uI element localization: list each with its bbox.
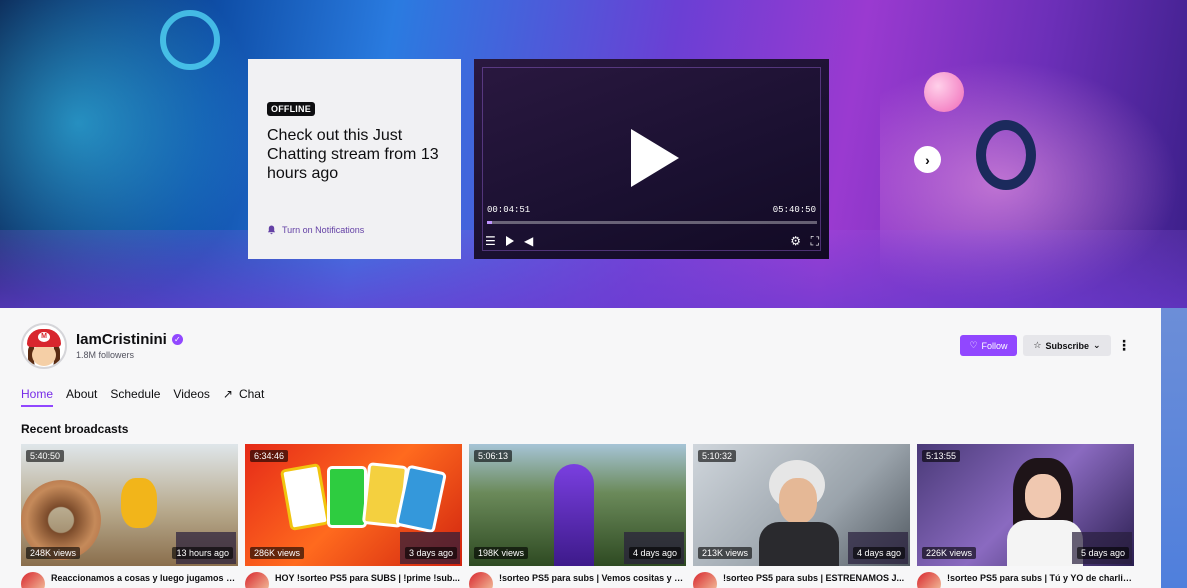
- age-badge: 4 days ago: [628, 547, 681, 559]
- broadcast-card[interactable]: 6:34:46 286K views 3 days ago HOY !sorte…: [245, 444, 462, 588]
- subscribe-label: Subscribe: [1045, 340, 1090, 351]
- broadcast-thumbnail[interactable]: 6:34:46 286K views 3 days ago: [245, 444, 462, 566]
- broadcast-thumbnail[interactable]: 5:06:13 198K views 4 days ago: [469, 444, 686, 566]
- follower-count: 1.8M followers: [76, 350, 135, 360]
- age-badge: 3 days ago: [404, 547, 457, 559]
- offline-badge: OFFLINE: [267, 102, 315, 116]
- section-title: Recent broadcasts: [21, 422, 129, 436]
- duration: 05:40:50: [772, 205, 816, 215]
- chevron-down-icon: ⌄: [1093, 340, 1101, 350]
- channel-main: M IamCristinini ✓ 1.8M followers ♡ Follo…: [0, 308, 1161, 588]
- current-time: 00:04:51: [487, 205, 531, 215]
- channel-tabs: Home About Schedule Videos ↗ Chat: [21, 387, 277, 407]
- chevron-right-icon: ›: [925, 151, 930, 168]
- banner-bubblegum: [924, 72, 964, 112]
- follow-label: Follow: [981, 340, 1008, 351]
- broadcast-title[interactable]: !sorteo PS5 para subs | Vemos cositas y …: [499, 572, 684, 584]
- duration-badge: 5:06:13: [474, 450, 513, 462]
- star-icon: ☆: [1033, 340, 1042, 350]
- notifications-label: Turn on Notifications: [282, 225, 365, 235]
- tab-about[interactable]: About: [66, 387, 97, 407]
- banner-neon-ring: [160, 10, 220, 70]
- broadcast-title[interactable]: !sorteo PS5 para subs | ESTRENAMOS J...: [723, 572, 908, 584]
- duration-badge: 5:10:32: [698, 450, 737, 462]
- views-badge: 198K views: [474, 547, 529, 559]
- broadcast-thumbnail[interactable]: 5:13:55 226K views 5 days ago: [917, 444, 1134, 566]
- broadcast-card[interactable]: 5:40:50 248K views 13 hours ago Reaccion…: [21, 444, 238, 588]
- offline-message: Check out this Just Chatting stream from…: [267, 127, 439, 182]
- views-badge: 213K views: [698, 547, 753, 559]
- broadcast-title[interactable]: Reaccionamos a cosas y luego jugamos co.…: [51, 572, 236, 584]
- arrow-up-right-icon: ↗: [222, 387, 233, 401]
- avatar[interactable]: M: [21, 323, 67, 369]
- duration-badge: 5:13:55: [922, 450, 961, 462]
- next-arrow-button[interactable]: ›: [914, 146, 941, 173]
- play-icon[interactable]: [631, 129, 679, 187]
- broadcast-thumbnail[interactable]: 5:10:32 213K views 4 days ago: [693, 444, 910, 566]
- views-badge: 226K views: [922, 547, 977, 559]
- video-player[interactable]: 00:04:51 05:40:50 ☰ ◀ ⚙ ⛶: [474, 59, 829, 259]
- avatar[interactable]: [245, 572, 269, 588]
- verified-icon: ✓: [171, 334, 183, 345]
- seek-bar-fill: [487, 221, 492, 224]
- channel-banner: OFFLINE Check out this Just Chatting str…: [0, 0, 1187, 308]
- follow-button[interactable]: ♡ Follow: [960, 335, 1017, 356]
- tab-chat[interactable]: ↗ Chat: [223, 387, 264, 407]
- age-badge: 4 days ago: [852, 547, 905, 559]
- tab-videos[interactable]: Videos: [173, 387, 209, 407]
- heart-icon: ♡: [969, 340, 978, 350]
- broadcast-card[interactable]: 5:10:32 213K views 4 days ago !sorteo PS…: [693, 444, 910, 588]
- broadcast-title[interactable]: !sorteo PS5 para subs | Tú y YO de charl…: [947, 572, 1132, 584]
- broadcast-card[interactable]: 5:06:13 198K views 4 days ago !sorteo PS…: [469, 444, 686, 588]
- avatar[interactable]: [693, 572, 717, 588]
- side-edge: [1161, 308, 1187, 588]
- bell-icon: [267, 225, 276, 235]
- offline-card: OFFLINE Check out this Just Chatting str…: [248, 59, 461, 259]
- broadcast-title[interactable]: HOY !sorteo PS5 para SUBS | !prime !sub.…: [275, 572, 460, 584]
- views-badge: 286K views: [250, 547, 305, 559]
- age-badge: 5 days ago: [1076, 547, 1129, 559]
- seek-bar[interactable]: [487, 221, 817, 224]
- duration-badge: 5:40:50: [26, 450, 65, 462]
- tab-home[interactable]: Home: [21, 387, 54, 407]
- tab-chat-label: Chat: [238, 387, 265, 401]
- avatar[interactable]: [917, 572, 941, 588]
- broadcast-list: 5:40:50 248K views 13 hours ago Reaccion…: [21, 444, 1134, 588]
- avatar[interactable]: [469, 572, 493, 588]
- more-options-icon[interactable]: ⋮: [1117, 335, 1131, 356]
- notifications-button[interactable]: Turn on Notifications: [267, 225, 364, 235]
- play-small-icon[interactable]: [506, 235, 514, 246]
- channel-name[interactable]: IamCristinini: [76, 331, 167, 348]
- fullscreen-icon[interactable]: ⛶: [811, 235, 819, 247]
- views-badge: 248K views: [26, 547, 81, 559]
- tab-schedule[interactable]: Schedule: [110, 387, 160, 407]
- banner-headset: [976, 120, 1036, 190]
- gear-icon[interactable]: ⚙: [790, 235, 801, 247]
- volume-icon[interactable]: ◀: [524, 235, 533, 247]
- subscribe-button[interactable]: ☆ Subscribe ⌄: [1023, 335, 1111, 356]
- age-badge: 13 hours ago: [172, 547, 233, 559]
- avatar[interactable]: [21, 572, 45, 588]
- broadcast-card[interactable]: 5:13:55 226K views 5 days ago !sorteo PS…: [917, 444, 1134, 588]
- broadcast-thumbnail[interactable]: 5:40:50 248K views 13 hours ago: [21, 444, 238, 566]
- playlist-icon[interactable]: ☰: [485, 235, 496, 247]
- duration-badge: 6:34:46: [250, 450, 289, 462]
- channel-name-row: IamCristinini ✓: [76, 331, 183, 348]
